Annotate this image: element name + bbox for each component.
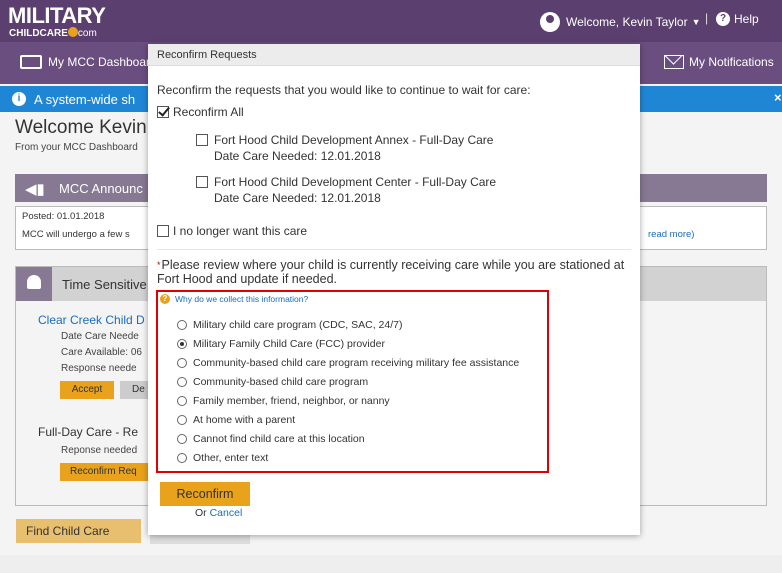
- announcement-posted: Posted: 01.01.2018: [22, 211, 105, 222]
- cancel-row: Or Cancel: [195, 507, 242, 519]
- response-needed-2: Reponse needed: [61, 445, 138, 456]
- top-header: MILITARY CHILDCARE com Welcome, Kevin Tay…: [0, 0, 782, 42]
- nav-dashboard[interactable]: My MCC Dashboard: [20, 55, 157, 69]
- care-option-radio[interactable]: Community-based child care program: [177, 376, 368, 388]
- logo-subtitle: CHILDCARE com: [9, 27, 97, 39]
- option-label: Family member, friend, neighbor, or nann…: [193, 395, 390, 407]
- why-collect-link[interactable]: ? Why do we collect this information?: [160, 294, 308, 304]
- option-label: Military child care program (CDC, SAC, 2…: [193, 319, 403, 331]
- accept-button[interactable]: Accept: [60, 381, 114, 399]
- care-available: Care Available: 06: [61, 347, 142, 358]
- reconfirm-modal: Reconfirm Requests Reconfirm the request…: [148, 44, 640, 535]
- bell-icon: [16, 267, 52, 301]
- logo-childcare-text: CHILDCARE: [9, 28, 68, 39]
- close-alert-button[interactable]: ×: [774, 90, 782, 105]
- logo-dot-icon: [67, 27, 78, 37]
- checkbox-checked-icon: [157, 106, 169, 118]
- cancel-link[interactable]: Cancel: [210, 507, 243, 519]
- user-avatar-icon: [540, 12, 560, 32]
- help-label: Help: [734, 12, 759, 26]
- checkbox-icon: [157, 225, 169, 237]
- option-label: Community-based child care program recei…: [193, 357, 520, 369]
- option-label: Other, enter text: [193, 452, 269, 464]
- reconfirm-all-checkbox[interactable]: Reconfirm All: [157, 105, 244, 119]
- no-longer-want-checkbox[interactable]: I no longer want this care: [157, 224, 307, 238]
- response-needed: Response neede: [61, 363, 137, 374]
- modal-divider: [157, 249, 631, 250]
- reconfirm-all-label: Reconfirm All: [173, 105, 244, 119]
- page-title: Welcome Kevin!: [15, 117, 152, 138]
- care-option-radio[interactable]: At home with a parent: [177, 414, 295, 426]
- date-care-needed: Date Care Neede: [61, 331, 139, 342]
- radio-icon: [177, 396, 187, 406]
- radio-icon: [177, 377, 187, 387]
- no-longer-label: I no longer want this care: [173, 224, 308, 238]
- option-label: Military Family Child Care (FCC) provide…: [193, 338, 385, 350]
- megaphone-icon: ◀▮: [25, 181, 45, 198]
- or-text: Or: [195, 507, 210, 519]
- option-label: At home with a parent: [193, 414, 296, 426]
- required-marker: *: [157, 260, 161, 270]
- request-checkbox[interactable]: Fort Hood Child Development Center - Ful…: [196, 174, 496, 206]
- checkbox-icon: [196, 134, 208, 146]
- help-icon: ?: [716, 12, 730, 26]
- header-separator: |: [705, 11, 709, 25]
- time-sensitive-title: Time Sensitive: [62, 277, 147, 292]
- care-option-radio[interactable]: Cannot find child care at this location: [177, 433, 365, 445]
- request-name: Fort Hood Child Development Annex - Full…: [214, 133, 494, 147]
- briefcase-icon: [20, 55, 42, 69]
- footer: [0, 555, 782, 573]
- modal-intro: Reconfirm the requests that you would li…: [157, 83, 531, 97]
- alert-text: A system-wide sh: [34, 92, 136, 107]
- request-date: Date Care Needed: 12.01.2018: [214, 191, 381, 205]
- question-icon: ?: [160, 294, 170, 304]
- full-day-care-title: Full-Day Care - Re: [38, 425, 139, 439]
- program-link[interactable]: Clear Creek Child D: [38, 313, 145, 327]
- announcements-title: MCC Announc: [59, 181, 143, 196]
- radio-icon: [177, 358, 187, 368]
- welcome-text: Welcome, Kevin Taylor: [566, 15, 688, 29]
- radio-icon: [177, 434, 187, 444]
- help-link[interactable]: ? Help: [716, 12, 759, 26]
- request-checkbox[interactable]: Fort Hood Child Development Annex - Full…: [196, 132, 493, 164]
- radio-selected-icon: [177, 339, 187, 349]
- nav-notifications-label: My Notifications: [689, 55, 774, 69]
- review-text: Please review where your child is curren…: [157, 258, 625, 286]
- care-option-radio[interactable]: Military child care program (CDC, SAC, 2…: [177, 319, 402, 331]
- find-child-care-button[interactable]: Find Child Care: [16, 519, 141, 543]
- chevron-down-icon: ▼: [691, 17, 701, 27]
- why-collect-label: Why do we collect this information?: [175, 294, 309, 304]
- logo[interactable]: MILITARY: [8, 3, 106, 29]
- radio-icon: [177, 453, 187, 463]
- request-date: Date Care Needed: 12.01.2018: [214, 149, 381, 163]
- user-menu[interactable]: Welcome, Kevin Taylor ▼: [540, 12, 701, 32]
- envelope-icon: [664, 55, 684, 69]
- review-prompt: *Please review where your child is curre…: [157, 258, 631, 286]
- read-more-link[interactable]: read more): [648, 229, 694, 240]
- logo-com-text: com: [77, 28, 97, 39]
- care-option-radio[interactable]: Family member, friend, neighbor, or nann…: [177, 395, 390, 407]
- option-label: Cannot find child care at this location: [193, 433, 365, 445]
- page-subtitle: From your MCC Dashboard: [15, 142, 138, 153]
- radio-icon: [177, 415, 187, 425]
- care-option-radio[interactable]: Community-based child care program recei…: [177, 357, 519, 369]
- announcement-message: MCC will undergo a few s: [22, 229, 130, 240]
- checkbox-icon: [196, 176, 208, 188]
- option-label: Community-based child care program: [193, 376, 369, 388]
- modal-title: Reconfirm Requests: [148, 44, 640, 66]
- reconfirm-button[interactable]: Reconfirm: [160, 482, 250, 506]
- care-option-radio[interactable]: Military Family Child Care (FCC) provide…: [177, 338, 385, 350]
- care-location-group: ? Why do we collect this information? Mi…: [156, 290, 549, 473]
- request-name: Fort Hood Child Development Center - Ful…: [214, 175, 497, 189]
- info-icon: i: [12, 92, 26, 106]
- nav-notifications[interactable]: My Notifications: [664, 55, 774, 69]
- care-option-radio[interactable]: Other, enter text: [177, 452, 268, 464]
- radio-icon: [177, 320, 187, 330]
- nav-dashboard-label: My MCC Dashboard: [48, 55, 157, 69]
